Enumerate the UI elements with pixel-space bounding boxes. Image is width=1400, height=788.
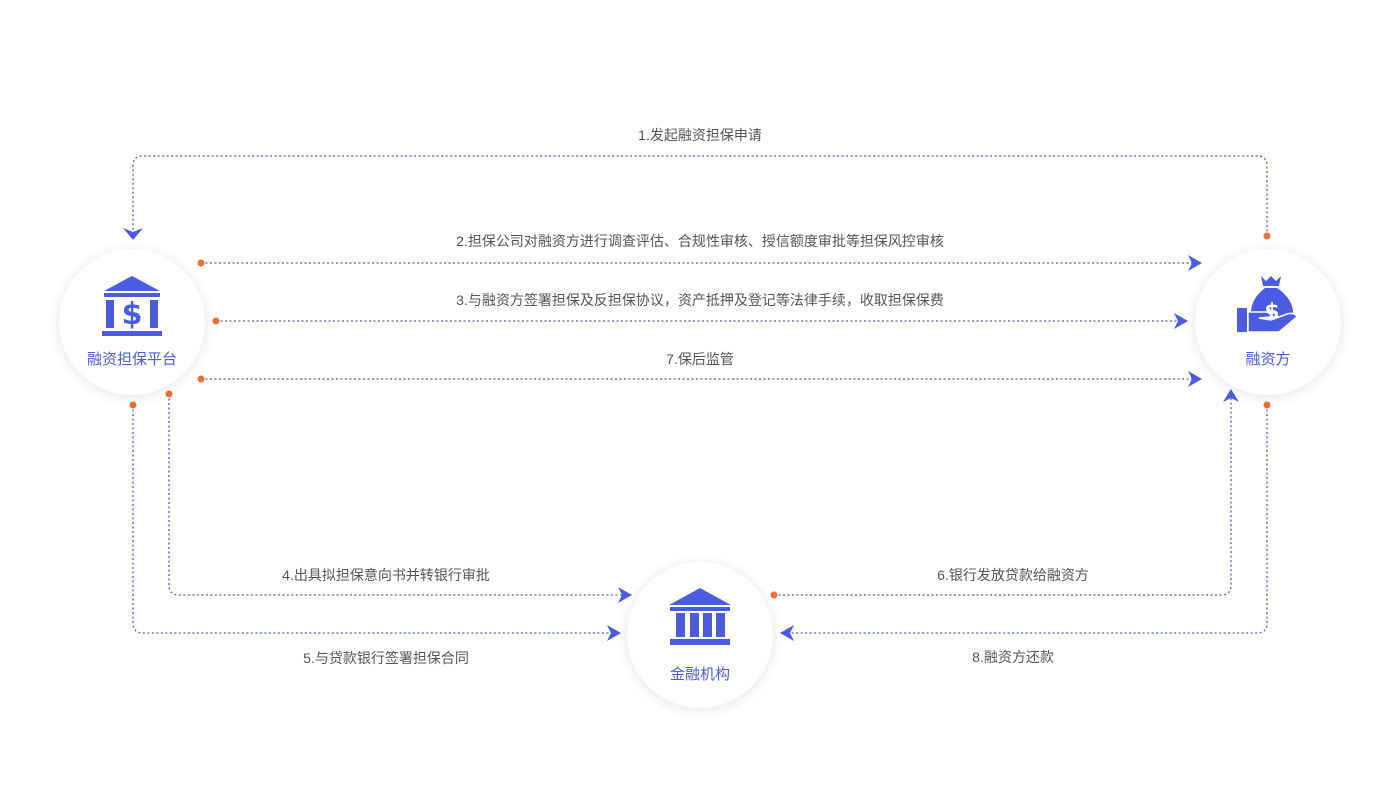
bank-dollar-icon: $	[102, 276, 162, 336]
step-label-7: 7.保后监管	[666, 351, 734, 367]
step-label-1: 1.发起融资担保申请	[638, 127, 762, 143]
step-label-2: 2.担保公司对融资方进行调查评估、合规性审核、授信额度审批等担保风控审核	[456, 233, 944, 249]
node-institution: 金融机构	[627, 562, 773, 708]
money-bag-hand-icon: $	[1237, 276, 1298, 333]
start-dot-step-7	[197, 375, 205, 383]
arrowhead-step-5	[607, 625, 621, 641]
start-dot-step-5	[129, 401, 137, 409]
step-label-3: 3.与融资方签署担保及反担保协议，资产抵押及登记等法律手续，收取担保保费	[456, 292, 944, 308]
connector-step-8	[790, 405, 1268, 634]
node-financier-label: 融资方	[1245, 351, 1291, 368]
node-platform: $ 融资担保平台	[59, 249, 205, 395]
start-dot-step-8	[1263, 401, 1271, 409]
arrowhead-step-1	[123, 228, 143, 240]
arrowhead-step-2	[1188, 255, 1202, 271]
node-institution-label: 金融机构	[669, 666, 730, 683]
step-label-8: 8.融资方还款	[972, 649, 1054, 665]
step-label-5: 5.与贷款银行签署担保合同	[303, 650, 469, 666]
start-dot-step-1	[1263, 232, 1271, 240]
svg-text:$: $	[122, 297, 143, 332]
node-platform-label: 融资担保平台	[86, 351, 177, 368]
flow-diagram: $ 融资担保平台 $ 融资方 金融机构 1.发起融资担保申请 2.担保公司对融资…	[0, 0, 1400, 788]
start-dot-step-2	[197, 259, 205, 267]
bank-building-icon	[669, 588, 731, 645]
connector-step-1	[132, 155, 1268, 236]
start-dot-step-4	[165, 390, 173, 398]
step-label-4: 4.出具拟担保意向书并转银行审批	[282, 567, 490, 583]
connector-step-5	[132, 405, 611, 634]
step-label-6: 6.银行发放贷款给融资方	[937, 567, 1089, 583]
start-dot-step-6	[770, 591, 778, 599]
start-dot-step-3	[212, 317, 220, 325]
arrowhead-step-7	[1188, 371, 1202, 387]
node-financier: $ 融资方	[1195, 249, 1341, 395]
